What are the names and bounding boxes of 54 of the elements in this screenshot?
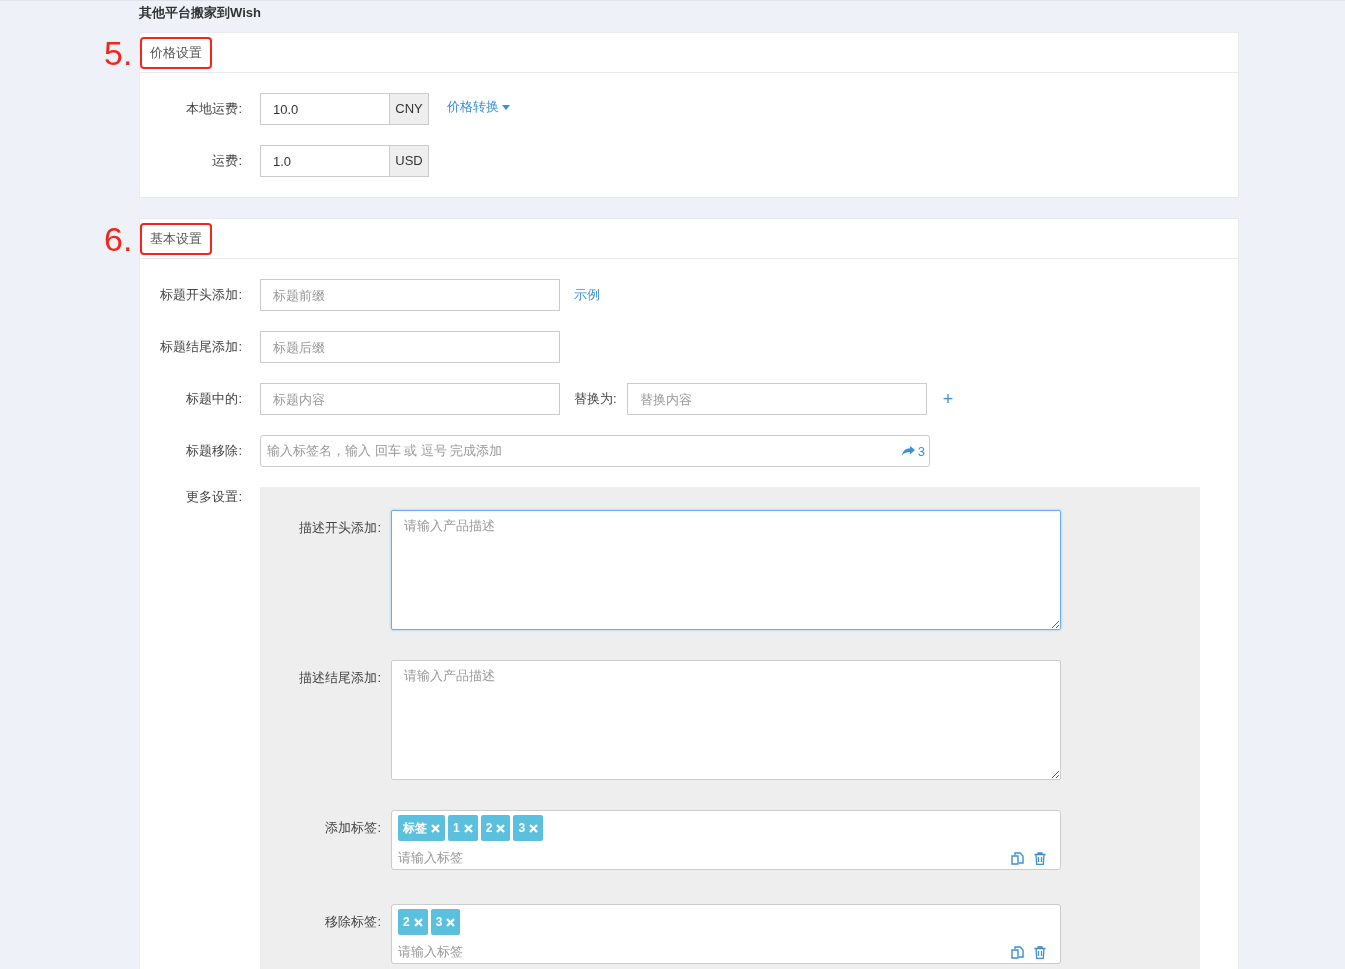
field-label: 运费: — [211, 152, 243, 170]
input-field[interactable]: 标题前缀 — [260, 279, 560, 311]
field-label: 标题结尾添加: — [159, 338, 243, 356]
section-title: 基本设置 — [140, 222, 212, 255]
close-icon[interactable] — [529, 823, 539, 833]
tag-chip[interactable]: 3 — [430, 909, 461, 935]
currency-addon: USD — [390, 145, 429, 177]
page-title: 其他平台搬家到Wish — [139, 4, 261, 22]
field-label: 标题移除: — [185, 442, 243, 460]
count-text: 3 — [917, 443, 925, 459]
field-label: 标题开头添加: — [159, 286, 243, 304]
input-field[interactable]: 标题后缀 — [260, 331, 560, 363]
copy-icon[interactable] — [1011, 851, 1024, 865]
placeholder-text: 请输入标签 — [398, 849, 463, 867]
placeholder-text: 请输入标签 — [398, 943, 463, 961]
close-icon[interactable] — [463, 823, 473, 833]
input-field[interactable]: 1.0 — [260, 145, 390, 177]
input-field[interactable]: 10.0 — [260, 93, 390, 125]
tag-chip[interactable]: 1 — [448, 815, 478, 841]
close-icon[interactable] — [446, 917, 456, 927]
tag-chip[interactable]: 3 — [513, 815, 544, 841]
copy-icon[interactable] — [1011, 945, 1024, 959]
annotation-number: 6. — [104, 219, 133, 259]
close-icon[interactable] — [413, 917, 423, 927]
description-textarea[interactable]: 请输入产品描述 — [391, 510, 1061, 630]
description-textarea[interactable]: 请输入产品描述 — [391, 660, 1061, 780]
field-label: 替换为: — [574, 390, 617, 408]
tag-input-field[interactable]: 输入标签名，输入 回车 或 逗号 完成添加 3 — [260, 435, 930, 467]
section-title: 价格设置 — [140, 36, 212, 69]
tag-chip[interactable]: 2 — [398, 909, 428, 935]
tag-input-field[interactable]: 2 3 请输入标签 — [391, 904, 1061, 964]
close-icon[interactable] — [431, 823, 440, 833]
field-label: 标题中的: — [185, 390, 243, 408]
caret-icon — [502, 104, 510, 110]
add-button[interactable]: + — [938, 388, 958, 410]
tag-input-field[interactable]: 标签 1 2 3 请输入标签 — [391, 810, 1061, 870]
currency-addon: CNY — [390, 93, 429, 125]
field-label: 更多设置: — [185, 488, 243, 505]
trash-icon[interactable] — [1034, 945, 1046, 959]
input-field[interactable]: 替换内容 — [626, 383, 927, 415]
field-label: 移除标签: — [324, 913, 382, 931]
field-label: 添加标签: — [324, 819, 382, 837]
field-label: 描述结尾添加: — [298, 669, 382, 687]
trash-icon[interactable] — [1034, 851, 1046, 865]
price-convert-link[interactable]: 价格转换 — [447, 98, 510, 116]
annotation-number: 5. — [104, 33, 133, 73]
tag-chip[interactable]: 标签 — [398, 815, 445, 841]
example-link[interactable]: 示例 — [574, 286, 600, 304]
share-arrow-icon — [901, 446, 915, 456]
tag-chip[interactable]: 2 — [480, 815, 511, 841]
close-icon[interactable] — [496, 823, 506, 833]
field-label: 本地运费: — [185, 100, 243, 118]
field-label: 描述开头添加: — [298, 519, 382, 537]
input-field[interactable]: 标题内容 — [260, 383, 560, 415]
